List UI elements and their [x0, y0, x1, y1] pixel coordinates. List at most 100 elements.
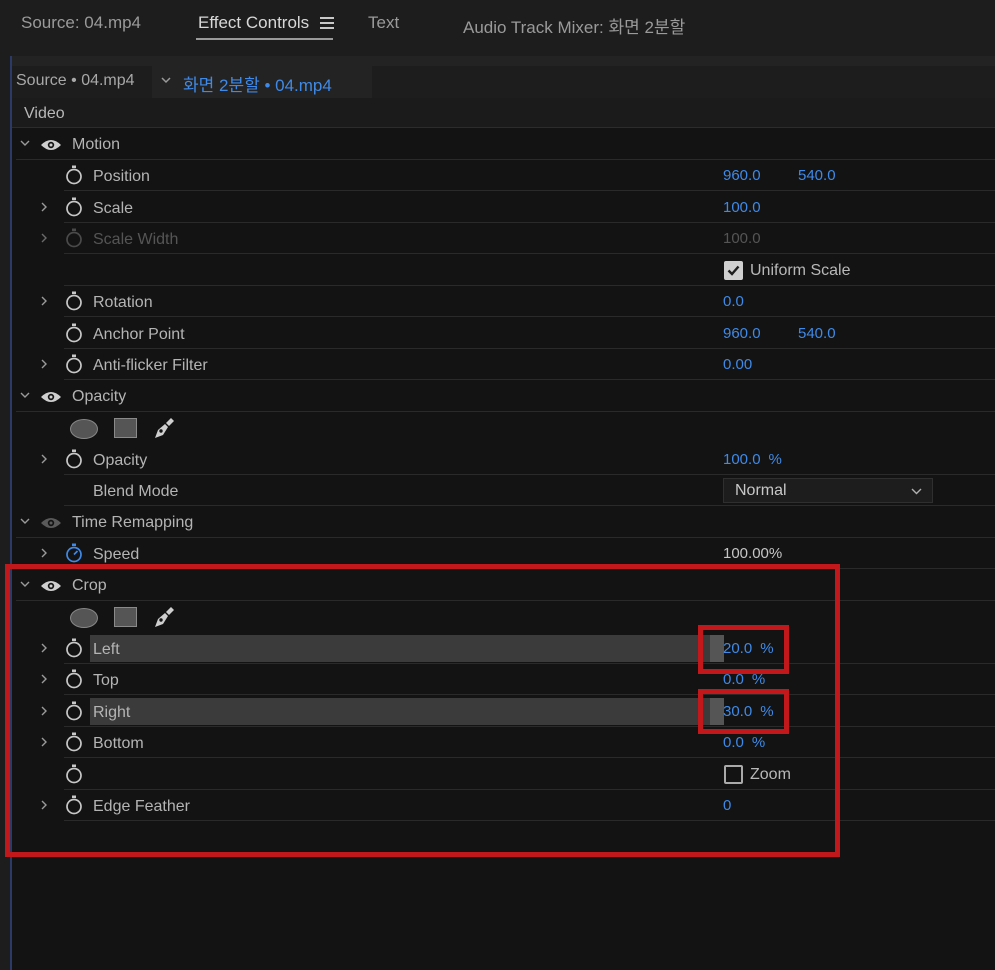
chevron-down-icon[interactable]	[20, 138, 30, 148]
stopwatch-icon[interactable]	[65, 354, 83, 374]
blend-mode-select[interactable]: Normal	[723, 478, 933, 503]
property-uniform-scale: Uniform Scale	[12, 255, 995, 286]
scale-value[interactable]: 100.0	[723, 199, 761, 216]
property-speed: Speed 100.00%	[12, 538, 995, 569]
panel-menu-icon[interactable]	[320, 17, 334, 29]
chevron-right-icon[interactable]	[39, 674, 49, 684]
opacity-value[interactable]: 100.0%	[723, 451, 782, 468]
stopwatch-icon[interactable]	[65, 764, 83, 784]
effect-controls-panel: Source • 04.mp4 화면 2분할 • 04.mp4 Video Mo…	[10, 56, 995, 970]
stopwatch-icon[interactable]	[65, 701, 83, 721]
property-position: Position 960.0 540.0	[12, 160, 995, 191]
tab-source[interactable]: Source: 04.mp4	[21, 13, 141, 33]
stopwatch-icon[interactable]	[65, 197, 83, 217]
stopwatch-icon[interactable]	[65, 638, 83, 658]
speed-value: 100.00%	[723, 545, 783, 562]
opacity-mask-tools	[12, 412, 995, 443]
chevron-right-icon[interactable]	[39, 359, 49, 369]
anti-flicker-value[interactable]: 0.00	[723, 356, 752, 373]
property-crop-right: Right 30.0%	[12, 696, 995, 727]
eye-icon[interactable]	[40, 579, 62, 593]
chevron-right-icon[interactable]	[39, 454, 49, 464]
stopwatch-icon[interactable]	[65, 669, 83, 689]
chevron-right-icon[interactable]	[39, 233, 49, 243]
property-label: Anchor Point	[93, 326, 185, 343]
stopwatch-icon[interactable]	[65, 732, 83, 752]
property-blend-mode: Blend Mode Normal	[12, 475, 995, 506]
effect-title: Crop	[72, 577, 107, 594]
property-label: Right	[93, 704, 131, 721]
property-label: Scale Width	[93, 231, 179, 248]
zoom-label: Zoom	[750, 766, 791, 783]
edge-feather-value[interactable]: 0	[723, 797, 731, 814]
rotation-value[interactable]: 0.0	[723, 293, 744, 310]
chevron-right-icon[interactable]	[39, 202, 49, 212]
position-y-value[interactable]: 540.0	[798, 167, 836, 184]
tab-audio-track-mixer[interactable]: Audio Track Mixer: 화면 2분할	[463, 13, 685, 38]
uniform-scale-checkbox[interactable]	[724, 261, 743, 280]
stopwatch-icon[interactable]	[65, 165, 83, 185]
crop-left-slider[interactable]	[90, 635, 724, 662]
stopwatch-icon	[66, 228, 82, 248]
eye-icon[interactable]	[40, 390, 62, 404]
chevron-down-icon	[911, 488, 922, 495]
chevron-right-icon[interactable]	[39, 800, 49, 810]
chevron-right-icon[interactable]	[39, 643, 49, 653]
property-scale-width: Scale Width 100.0	[12, 223, 995, 254]
sequence-clip-selector[interactable]: 화면 2분할 • 04.mp4	[152, 66, 372, 98]
chevron-down-icon[interactable]	[20, 579, 30, 589]
zoom-checkbox[interactable]	[724, 765, 743, 784]
property-label: Rotation	[93, 294, 153, 311]
property-label: Scale	[93, 200, 134, 217]
video-header-label: Video	[24, 105, 65, 122]
crop-mask-tools	[12, 601, 995, 632]
property-anchor-point: Anchor Point 960.0 540.0	[12, 318, 995, 349]
ellipse-mask-icon[interactable]	[70, 419, 98, 439]
chevron-right-icon[interactable]	[39, 296, 49, 306]
effect-crop[interactable]: Crop	[12, 570, 995, 601]
crop-right-value[interactable]: 30.0%	[723, 703, 774, 720]
eye-icon[interactable]	[40, 138, 62, 152]
pen-mask-icon[interactable]	[151, 604, 177, 630]
crop-right-slider[interactable]	[90, 698, 724, 725]
pen-mask-icon[interactable]	[151, 415, 177, 441]
source-clip-label[interactable]: Source • 04.mp4	[16, 72, 135, 90]
ellipse-mask-icon[interactable]	[70, 608, 98, 628]
stopwatch-active-icon[interactable]	[65, 543, 83, 563]
tab-text[interactable]: Text	[368, 13, 399, 33]
crop-top-value[interactable]: 0.0%	[723, 671, 765, 688]
chevron-down-icon[interactable]	[20, 390, 30, 400]
uniform-scale-label: Uniform Scale	[750, 262, 851, 279]
stopwatch-icon[interactable]	[65, 449, 83, 469]
effect-opacity[interactable]: Opacity	[12, 381, 995, 412]
stopwatch-icon[interactable]	[65, 795, 83, 815]
property-label: Left	[93, 641, 120, 658]
stopwatch-icon[interactable]	[65, 291, 83, 311]
tab-effect-controls[interactable]: Effect Controls	[198, 13, 309, 33]
property-scale: Scale 100.0	[12, 192, 995, 223]
chevron-down-icon[interactable]	[20, 516, 30, 526]
anchor-y-value[interactable]: 540.0	[798, 325, 836, 342]
eye-icon	[41, 518, 61, 528]
checkmark-icon	[727, 265, 740, 276]
anchor-x-value[interactable]: 960.0	[723, 325, 761, 342]
position-x-value[interactable]: 960.0	[723, 167, 761, 184]
rectangle-mask-icon[interactable]	[114, 607, 137, 627]
panel-header: Source • 04.mp4 화면 2분할 • 04.mp4	[12, 66, 995, 98]
crop-bottom-value[interactable]: 0.0%	[723, 734, 765, 751]
effect-time-remapping[interactable]: Time Remapping	[12, 507, 995, 538]
property-opacity: Opacity 100.0%	[12, 444, 995, 475]
property-crop-left: Left 20.0%	[12, 633, 995, 664]
crop-left-value[interactable]: 20.0%	[723, 640, 774, 657]
property-crop-top: Top 0.0%	[12, 664, 995, 695]
effect-title: Motion	[72, 136, 121, 153]
rectangle-mask-icon[interactable]	[114, 418, 137, 438]
chevron-right-icon[interactable]	[39, 548, 49, 558]
stopwatch-icon[interactable]	[65, 323, 83, 343]
property-label: Top	[93, 672, 119, 689]
effect-motion[interactable]: Motion	[12, 129, 995, 160]
chevron-right-icon[interactable]	[39, 737, 49, 747]
chevron-right-icon[interactable]	[39, 706, 49, 716]
property-anti-flicker: Anti-flicker Filter 0.00	[12, 349, 995, 380]
video-section-header: Video	[12, 98, 995, 128]
